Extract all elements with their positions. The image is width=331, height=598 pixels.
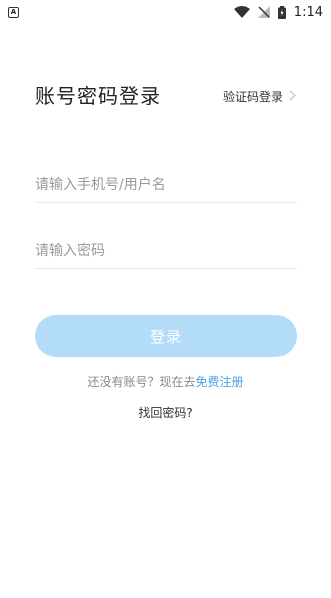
register-prompt-line: 还没有账号？现在去免费注册 [0,373,331,390]
status-left: A [8,6,19,18]
forgot-password-link[interactable]: 找回密码? [0,404,331,421]
sms-login-link[interactable]: 验证码登录 [223,88,296,105]
password-input[interactable] [35,234,297,268]
page-title: 账号密码登录 [35,84,161,108]
status-time: 1:14 [293,4,323,20]
battery-charging-icon [277,5,286,19]
register-prompt: 还没有账号？现在去 [87,375,196,389]
status-bar: A 1:14 [0,0,331,24]
wifi-icon [233,6,250,18]
status-right: 1:14 [233,4,323,20]
no-signal-icon [257,6,270,18]
password-field-container [35,234,297,269]
sms-login-label: 验证码登录 [222,90,283,104]
chevron-right-icon [289,90,296,104]
username-field-container [35,168,297,203]
login-button[interactable]: 登录 [35,315,297,357]
register-link[interactable]: 免费注册 [196,375,244,389]
notification-a-icon: A [8,6,19,18]
username-input[interactable] [35,168,297,202]
